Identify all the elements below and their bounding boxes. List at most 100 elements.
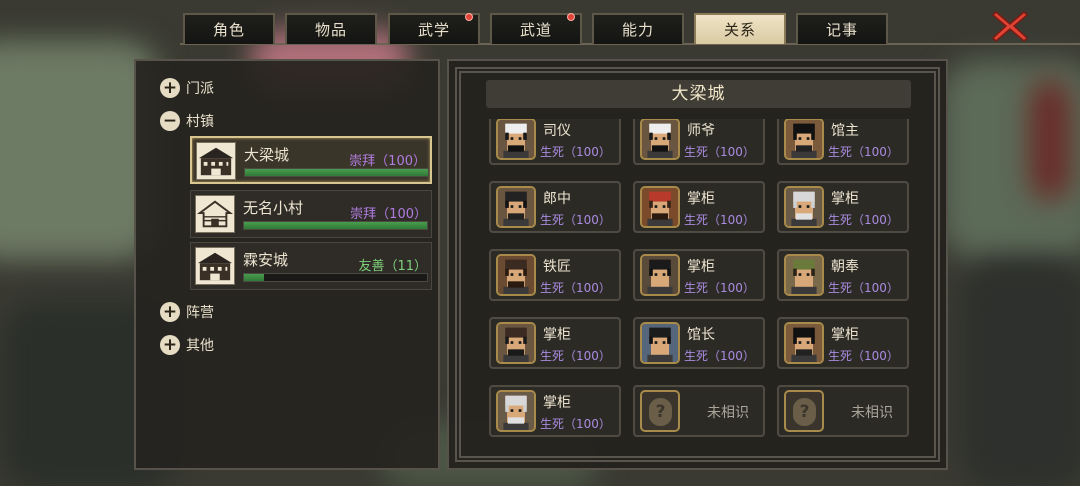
tree-label: 门派 bbox=[186, 81, 214, 97]
npc-relation: 生死（100） bbox=[684, 349, 755, 363]
npc-portrait bbox=[784, 322, 824, 364]
tree-label: 阵营 bbox=[186, 305, 214, 321]
npc-portrait bbox=[640, 254, 680, 296]
npc-name: 铁匠 bbox=[543, 259, 571, 275]
npc-name: 掌柜 bbox=[543, 327, 571, 343]
tab-bar: 角色 物品 武学 武道 能力 关系 记事 bbox=[0, 0, 1080, 46]
village-name: 霖安城 bbox=[243, 251, 289, 269]
npc-name: 朝奉 bbox=[831, 259, 859, 275]
tab-abilities[interactable]: 能力 bbox=[592, 13, 684, 44]
npc-portrait bbox=[640, 186, 680, 228]
npc-grid[interactable]: 司仪 生死（100） 师爷 生死（100） 馆主 生死（100） 郎中 生死（1… bbox=[489, 119, 919, 449]
npc-name: 师爷 bbox=[687, 123, 715, 139]
npc-relation: 生死（100） bbox=[828, 145, 899, 159]
town-gate-icon bbox=[195, 247, 235, 285]
npc-name: 掌柜 bbox=[687, 259, 715, 275]
npc-relation: 生死（100） bbox=[540, 145, 611, 159]
tab-label: 记事 bbox=[825, 21, 858, 39]
npc-card[interactable]: 掌柜 生死（100） bbox=[633, 249, 765, 301]
npc-portrait bbox=[496, 119, 536, 160]
npc-relation-panel: 大梁城 司仪 生死（100） 师爷 生死（100） 馆主 生死（100） 郎中 … bbox=[447, 59, 948, 470]
tree-node-camp[interactable]: + 阵营 bbox=[160, 301, 214, 323]
tab-label: 关系 bbox=[723, 21, 756, 39]
npc-card[interactable]: 掌柜 生死（100） bbox=[777, 181, 909, 233]
npc-card[interactable]: 铁匠 生死（100） bbox=[489, 249, 621, 301]
npc-card-unknown[interactable]: ? 未相识 bbox=[633, 385, 765, 437]
npc-relation: 生死（100） bbox=[540, 349, 611, 363]
tab-martial-path[interactable]: 武道 bbox=[490, 13, 582, 44]
npc-portrait bbox=[640, 119, 680, 160]
village-name: 无名小村 bbox=[243, 199, 304, 217]
town-gate-icon bbox=[196, 142, 236, 180]
notification-dot bbox=[465, 13, 473, 21]
village-status: 崇拜（100） bbox=[349, 154, 426, 169]
notification-dot bbox=[567, 13, 575, 21]
tree-label: 其他 bbox=[186, 338, 214, 354]
npc-relation: 生死（100） bbox=[540, 417, 611, 431]
npc-card[interactable]: 朝奉 生死（100） bbox=[777, 249, 909, 301]
npc-card[interactable]: 掌柜 生死（100） bbox=[633, 181, 765, 233]
npc-name: 郎中 bbox=[543, 191, 571, 207]
unknown-label: 未相识 bbox=[851, 405, 893, 421]
npc-relation: 生死（100） bbox=[684, 281, 755, 295]
expand-icon[interactable]: + bbox=[160, 302, 180, 322]
npc-portrait bbox=[640, 322, 680, 364]
tab-character[interactable]: 角色 bbox=[183, 13, 275, 44]
tree-label: 村镇 bbox=[186, 114, 214, 130]
npc-card-unknown[interactable]: ? 未相识 bbox=[777, 385, 909, 437]
village-item[interactable]: 无名小村 崇拜（100） bbox=[190, 190, 432, 238]
close-button[interactable] bbox=[990, 8, 1030, 44]
relation-category-panel: + 门派 − 村镇 大梁城 崇拜（100） 无名小村 崇拜（100） 霖安城 友… bbox=[134, 59, 440, 470]
village-status: 友善（11） bbox=[358, 259, 427, 274]
npc-card[interactable]: 掌柜 生死（100） bbox=[777, 317, 909, 369]
tab-label: 武学 bbox=[417, 21, 450, 39]
npc-portrait bbox=[496, 390, 536, 432]
tab-label: 能力 bbox=[621, 21, 654, 39]
npc-relation: 生死（100） bbox=[684, 213, 755, 227]
npc-relation: 生死（100） bbox=[828, 213, 899, 227]
tree-node-village[interactable]: − 村镇 bbox=[160, 110, 214, 132]
npc-relation: 生死（100） bbox=[828, 281, 899, 295]
tab-label: 武道 bbox=[519, 21, 552, 39]
village-status: 崇拜（100） bbox=[350, 207, 427, 222]
npc-portrait bbox=[496, 322, 536, 364]
npc-name: 司仪 bbox=[543, 123, 571, 139]
npc-name: 掌柜 bbox=[831, 191, 859, 207]
city-title: 大梁城 bbox=[486, 80, 911, 108]
npc-card[interactable]: 郎中 生死（100） bbox=[489, 181, 621, 233]
npc-relation: 生死（100） bbox=[684, 145, 755, 159]
collapse-icon[interactable]: − bbox=[160, 111, 180, 131]
village-progress-bar bbox=[244, 168, 429, 177]
tab-journal[interactable]: 记事 bbox=[796, 13, 888, 44]
npc-name: 掌柜 bbox=[687, 191, 715, 207]
npc-name: 掌柜 bbox=[543, 395, 571, 411]
tab-relations[interactable]: 关系 bbox=[694, 13, 786, 44]
village-item[interactable]: 大梁城 崇拜（100） bbox=[190, 136, 432, 184]
hut-icon bbox=[195, 195, 235, 233]
expand-icon[interactable]: + bbox=[160, 335, 180, 355]
tab-martial-arts[interactable]: 武学 bbox=[388, 13, 480, 44]
npc-relation: 生死（100） bbox=[540, 213, 611, 227]
unknown-portrait-icon: ? bbox=[640, 390, 680, 432]
npc-card[interactable]: 掌柜 生死（100） bbox=[489, 385, 621, 437]
tab-label: 物品 bbox=[314, 21, 347, 39]
tab-items[interactable]: 物品 bbox=[285, 13, 377, 44]
npc-portrait bbox=[496, 254, 536, 296]
tab-label: 角色 bbox=[212, 21, 245, 39]
expand-icon[interactable]: + bbox=[160, 78, 180, 98]
npc-portrait bbox=[496, 186, 536, 228]
npc-name: 馆主 bbox=[831, 123, 859, 139]
npc-name: 馆长 bbox=[687, 327, 715, 343]
npc-card[interactable]: 师爷 生死（100） bbox=[633, 119, 765, 165]
npc-card[interactable]: 馆主 生死（100） bbox=[777, 119, 909, 165]
village-item[interactable]: 霖安城 友善（11） bbox=[190, 242, 432, 290]
tree-node-other[interactable]: + 其他 bbox=[160, 334, 214, 356]
npc-name: 掌柜 bbox=[831, 327, 859, 343]
npc-portrait bbox=[784, 119, 824, 160]
npc-card[interactable]: 掌柜 生死（100） bbox=[489, 317, 621, 369]
npc-card[interactable]: 司仪 生死（100） bbox=[489, 119, 621, 165]
npc-card[interactable]: 馆长 生死（100） bbox=[633, 317, 765, 369]
village-name: 大梁城 bbox=[244, 146, 290, 164]
tree-node-sect[interactable]: + 门派 bbox=[160, 77, 214, 99]
npc-relation: 生死（100） bbox=[540, 281, 611, 295]
